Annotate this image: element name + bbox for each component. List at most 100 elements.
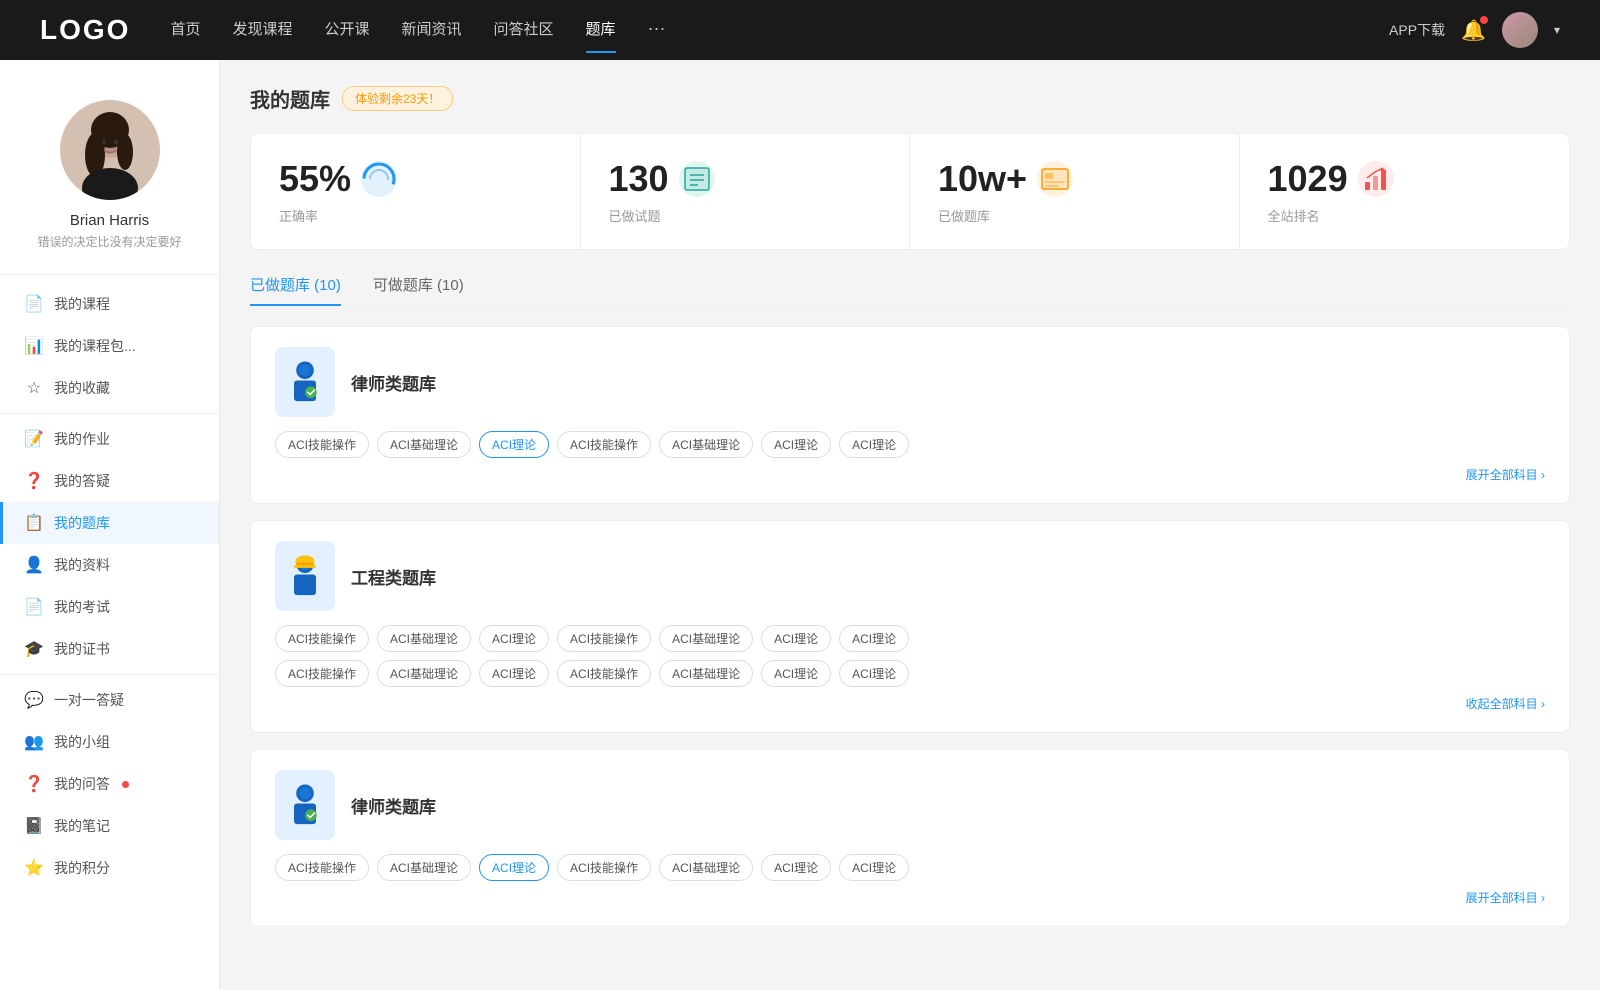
stat-accuracy-label: 正确率 (279, 206, 552, 225)
app-download-button[interactable]: APP下载 (1389, 20, 1445, 40)
tag-item[interactable]: ACI基础理论 (659, 660, 753, 687)
tag-item[interactable]: ACI技能操作 (275, 625, 369, 652)
tag-item[interactable]: ACI理论 (479, 660, 549, 687)
main-content: 我的题库 体验剩余23天！ 55% 正确率 (220, 60, 1600, 990)
accuracy-icon (361, 161, 397, 197)
stat-accuracy: 55% 正确率 (251, 134, 581, 249)
nav-right: APP下载 🔔 ▾ (1389, 12, 1560, 48)
tag-item[interactable]: ACI基础理论 (659, 431, 753, 458)
user-avatar[interactable] (1502, 12, 1538, 48)
sidebar-item-tutoring[interactable]: 💬 一对一答疑 (0, 679, 219, 721)
stat-rank-label: 全站排名 (1268, 206, 1542, 225)
tag-item[interactable]: ACI理论 (761, 625, 831, 652)
questions-dot (122, 781, 129, 788)
sidebar-label-cert: 我的证书 (54, 639, 110, 659)
tag-item[interactable]: ACI理论 (839, 854, 909, 881)
tag-item[interactable]: ACI技能操作 (557, 431, 651, 458)
sidebar-item-bank[interactable]: 📋 我的题库 (0, 502, 219, 544)
tag-item[interactable]: ACI技能操作 (557, 660, 651, 687)
stat-done-value: 130 (609, 158, 669, 200)
lawyer-bank-icon (275, 347, 335, 417)
bank-card-engineer: 工程类题库 ACI技能操作 ACI基础理论 ACI理论 ACI技能操作 ACI基… (250, 520, 1570, 733)
sidebar-item-points[interactable]: ⭐ 我的积分 (0, 847, 219, 889)
tag-item[interactable]: ACI基础理论 (377, 660, 471, 687)
sidebar-item-notes[interactable]: 📓 我的笔记 (0, 805, 219, 847)
nav-more[interactable]: ··· (648, 18, 666, 43)
tag-item[interactable]: ACI基础理论 (377, 431, 471, 458)
nav-news[interactable]: 新闻资讯 (402, 18, 462, 43)
sidebar-item-favorites[interactable]: ☆ 我的收藏 (0, 367, 219, 409)
stat-rank-value: 1029 (1268, 158, 1348, 200)
bank-tags-engineer-1: ACI技能操作 ACI基础理论 ACI理论 ACI技能操作 ACI基础理论 AC… (275, 625, 1545, 652)
sidebar-item-group[interactable]: 👥 我的小组 (0, 721, 219, 763)
nav-open[interactable]: 公开课 (324, 18, 369, 43)
tag-item-selected[interactable]: ACI理论 (479, 854, 549, 881)
course-icon: 📄 (24, 294, 44, 314)
stat-banks-top: 10w+ (938, 158, 1211, 200)
tag-item[interactable]: ACI理论 (839, 660, 909, 687)
sidebar-label-course: 我的课程 (54, 294, 110, 314)
sidebar-divider-2 (0, 674, 219, 675)
bank-card-header-1: 律师类题库 (275, 347, 1545, 417)
nav-bank[interactable]: 题库 (586, 18, 616, 43)
bank-card-header-2: 工程类题库 (275, 541, 1545, 611)
bank-list: 律师类题库 ACI技能操作 ACI基础理论 ACI理论 ACI技能操作 ACI基… (250, 326, 1570, 943)
tag-item[interactable]: ACI理论 (839, 625, 909, 652)
sidebar-label-profile: 我的资料 (54, 555, 110, 575)
sidebar-item-course[interactable]: 📄 我的课程 (0, 283, 219, 325)
nav-discover[interactable]: 发现课程 (232, 18, 292, 43)
homework-icon: 📝 (24, 429, 44, 449)
sidebar-item-profile[interactable]: 👤 我的资料 (0, 544, 219, 586)
tag-item-selected[interactable]: ACI理论 (479, 431, 549, 458)
sidebar-item-course-pkg[interactable]: 📊 我的课程包... (0, 325, 219, 367)
user-profile: Brian Harris 错误的决定比没有决定要好 (0, 80, 219, 275)
tag-item[interactable]: ACI理论 (479, 625, 549, 652)
tag-item[interactable]: ACI理论 (761, 854, 831, 881)
sidebar-divider-1 (0, 413, 219, 414)
expand-button-3[interactable]: 展开全部科目 › (275, 889, 1545, 906)
tag-item[interactable]: ACI技能操作 (557, 854, 651, 881)
stat-done-label: 已做试题 (609, 206, 882, 225)
tag-item[interactable]: ACI理论 (839, 431, 909, 458)
sidebar-label-exam: 我的考试 (54, 597, 110, 617)
nav-home[interactable]: 首页 (170, 18, 200, 43)
tab-done[interactable]: 已做题库 (10) (250, 274, 341, 305)
collapse-button-2[interactable]: 收起全部科目 › (275, 695, 1545, 712)
sidebar-label-bank: 我的题库 (54, 513, 110, 533)
tag-item[interactable]: ACI理论 (761, 431, 831, 458)
user-name: Brian Harris (70, 212, 149, 229)
stat-done-top: 130 (609, 158, 882, 200)
engineer-bank-icon (275, 541, 335, 611)
sidebar-item-homework[interactable]: 📝 我的作业 (0, 418, 219, 460)
banks-icon (1037, 161, 1073, 197)
tag-item[interactable]: ACI技能操作 (275, 431, 369, 458)
bank-card-header-3: 律师类题库 (275, 770, 1545, 840)
tag-item[interactable]: ACI基础理论 (377, 854, 471, 881)
stat-banks-value: 10w+ (938, 158, 1027, 200)
nav-qa[interactable]: 问答社区 (494, 18, 554, 43)
sidebar: Brian Harris 错误的决定比没有决定要好 📄 我的课程 📊 我的课程包… (0, 60, 220, 990)
group-icon: 👥 (24, 732, 44, 752)
notification-bell[interactable]: 🔔 (1461, 18, 1486, 43)
tag-item[interactable]: ACI基础理论 (659, 854, 753, 881)
sidebar-label-points: 我的积分 (54, 858, 110, 878)
tag-item[interactable]: ACI基础理论 (377, 625, 471, 652)
sidebar-item-qa[interactable]: ❓ 我的答疑 (0, 460, 219, 502)
tag-item[interactable]: ACI技能操作 (275, 660, 369, 687)
sidebar-item-questions[interactable]: ❓ 我的问答 (0, 763, 219, 805)
stats-grid: 55% 正确率 130 (250, 133, 1570, 250)
tag-item[interactable]: ACI基础理论 (659, 625, 753, 652)
favorites-icon: ☆ (24, 378, 44, 398)
tag-item[interactable]: ACI理论 (761, 660, 831, 687)
tag-item[interactable]: ACI技能操作 (557, 625, 651, 652)
sidebar-label-homework: 我的作业 (54, 429, 110, 449)
sidebar-item-exam[interactable]: 📄 我的考试 (0, 586, 219, 628)
tab-available[interactable]: 可做题库 (10) (373, 274, 464, 305)
avatar-image (1502, 12, 1538, 48)
expand-button-1[interactable]: 展开全部科目 › (275, 466, 1545, 483)
sidebar-item-cert[interactable]: 🎓 我的证书 (0, 628, 219, 670)
bank-name-lawyer-1: 律师类题库 (351, 370, 436, 395)
tag-item[interactable]: ACI技能操作 (275, 854, 369, 881)
avatar-chevron-icon[interactable]: ▾ (1554, 23, 1560, 37)
sidebar-label-questions: 我的问答 (54, 774, 110, 794)
